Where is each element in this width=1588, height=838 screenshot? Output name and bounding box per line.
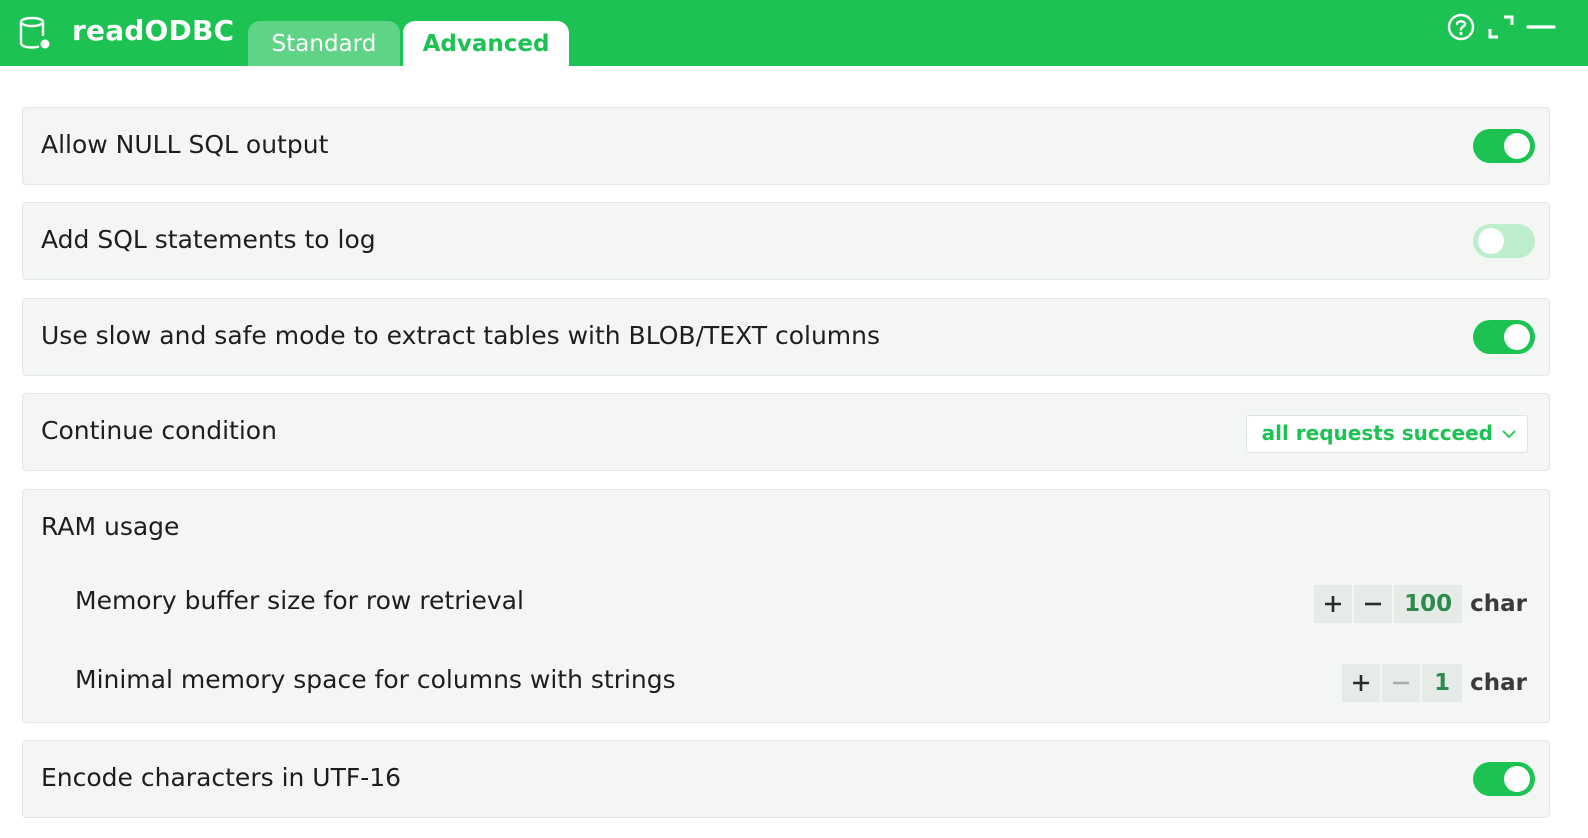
setting-utf16: Encode characters in UTF-16 <box>22 740 1550 818</box>
setting-ram-usage: RAM usage Memory buffer size for row ret… <box>22 489 1550 723</box>
setting-allow-null: Allow NULL SQL output <box>22 107 1550 185</box>
setting-slow-safe-mode: Use slow and safe mode to extract tables… <box>22 298 1550 376</box>
min-memory-stepper: 1 char <box>1342 664 1527 702</box>
min-memory-label: Minimal memory space for columns with st… <box>75 665 676 694</box>
plus-icon <box>1353 675 1370 691</box>
help-icon[interactable] <box>1446 12 1476 42</box>
buffer-size-stepper: 100 char <box>1314 585 1527 623</box>
buffer-size-input[interactable]: 100 <box>1394 585 1463 623</box>
toggle-knob <box>1504 766 1530 792</box>
slow-safe-mode-toggle[interactable] <box>1473 320 1535 354</box>
add-sql-log-toggle[interactable] <box>1473 224 1535 258</box>
tab-advanced[interactable]: Advanced <box>403 21 569 66</box>
app-title: readODBC <box>72 14 235 47</box>
utf16-toggle[interactable] <box>1473 762 1535 796</box>
increment-button[interactable] <box>1314 585 1353 623</box>
plus-icon <box>1325 596 1342 612</box>
toggle-knob <box>1478 228 1504 254</box>
min-memory-input[interactable]: 1 <box>1422 664 1463 702</box>
database-icon <box>19 16 50 49</box>
expand-icon[interactable] <box>1487 12 1517 42</box>
minus-icon <box>1393 681 1410 685</box>
increment-button[interactable] <box>1342 664 1381 702</box>
minus-icon <box>1365 602 1382 606</box>
setting-continue-condition: Continue condition all requests succeed <box>22 393 1550 471</box>
allow-null-label: Allow NULL SQL output <box>41 130 329 159</box>
slow-safe-mode-label: Use slow and safe mode to extract tables… <box>41 321 881 350</box>
unit-label: char <box>1470 591 1527 617</box>
app-header: readODBC Standard Advanced <box>0 0 1588 66</box>
minimize-icon[interactable] <box>1526 12 1556 42</box>
add-sql-log-label: Add SQL statements to log <box>41 225 376 254</box>
toggle-knob <box>1504 133 1530 159</box>
decrement-button[interactable] <box>1354 585 1393 623</box>
continue-condition-label: Continue condition <box>41 416 277 445</box>
unit-label: char <box>1470 670 1527 696</box>
buffer-size-label: Memory buffer size for row retrieval <box>75 586 524 615</box>
setting-add-sql-log: Add SQL statements to log <box>22 202 1550 280</box>
tab-standard[interactable]: Standard <box>248 21 400 66</box>
ram-usage-heading: RAM usage <box>41 512 180 541</box>
utf16-label: Encode characters in UTF-16 <box>41 763 402 792</box>
continue-condition-select[interactable]: all requests succeed <box>1246 415 1528 453</box>
select-value: all requests succeed <box>1261 421 1493 445</box>
allow-null-toggle[interactable] <box>1473 129 1535 163</box>
toggle-knob <box>1504 324 1530 350</box>
decrement-button[interactable] <box>1382 664 1421 702</box>
chevron-down-icon <box>1502 430 1516 439</box>
